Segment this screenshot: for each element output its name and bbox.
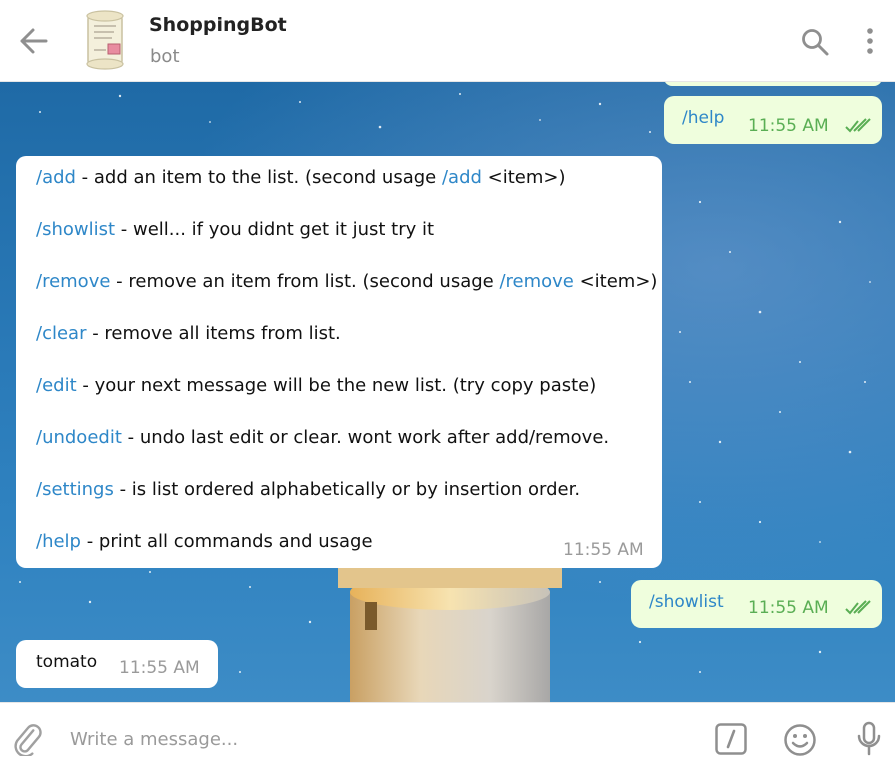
chat-header: ShoppingBot bot [0,0,895,82]
help-line-edit: /edit - your next message will be the ne… [36,375,597,396]
message-time: 11:55 AM [119,658,200,678]
command-link[interactable]: /add [36,167,76,188]
help-line-remove: /remove - remove an item from list. (sec… [36,271,658,292]
help-line-showlist: /showlist - well... if you didnt get it … [36,219,435,240]
help-line-add: /add - add an item to the list. (second … [36,167,566,188]
message-text[interactable]: /showlist [649,591,724,614]
command-link[interactable]: /undoedit [36,427,122,448]
message-composer [0,702,895,769]
message-text[interactable]: tomato [36,651,97,674]
outgoing-message-showlist[interactable]: /showlist 11:55 AM [631,580,882,628]
message-text[interactable]: /help [682,107,724,130]
more-vertical-icon[interactable] [862,26,878,56]
chat-title[interactable]: ShoppingBot [149,14,287,36]
message-time: 11:55 AM [748,116,829,136]
chat-subtitle: bot [150,46,180,67]
help-line-undoedit: /undoedit - undo last edit or clear. won… [36,427,610,448]
read-double-check-icon [845,600,871,615]
command-link[interactable]: /showlist [36,219,115,240]
back-arrow-icon[interactable] [18,27,48,55]
command-link[interactable]: /clear [36,323,86,344]
paperclip-icon[interactable] [10,722,44,756]
message-time: 11:55 AM [748,598,829,618]
incoming-message-tomato[interactable]: tomato 11:55 AM [16,640,218,688]
help-line-help: /help - print all commands and usage [36,531,373,552]
help-line-clear: /clear - remove all items from list. [36,323,341,344]
command-link[interactable]: /settings [36,479,114,500]
microphone-icon[interactable] [855,721,883,757]
chat-history[interactable]: /help 11:55 AM /add - add an item to the… [0,82,895,702]
read-double-check-icon [845,118,871,133]
message-time: 11:55 AM [563,540,644,560]
outgoing-message-help[interactable]: /help 11:55 AM [664,96,882,144]
incoming-message-help-list[interactable]: /add - add an item to the list. (second … [16,156,662,568]
emoji-icon[interactable] [783,723,817,757]
outgoing-bubble-top-partial [664,82,882,86]
command-link[interactable]: /add [442,167,482,188]
command-link[interactable]: /remove [36,271,110,292]
command-link[interactable]: /remove [499,271,573,292]
command-link[interactable]: /help [36,531,81,552]
help-line-settings: /settings - is list ordered alphabetical… [36,479,581,500]
search-icon[interactable] [800,27,830,57]
bot-avatar[interactable] [78,10,134,72]
bot-command-icon[interactable] [715,723,747,755]
command-link[interactable]: /edit [36,375,77,396]
message-input[interactable] [70,723,670,755]
